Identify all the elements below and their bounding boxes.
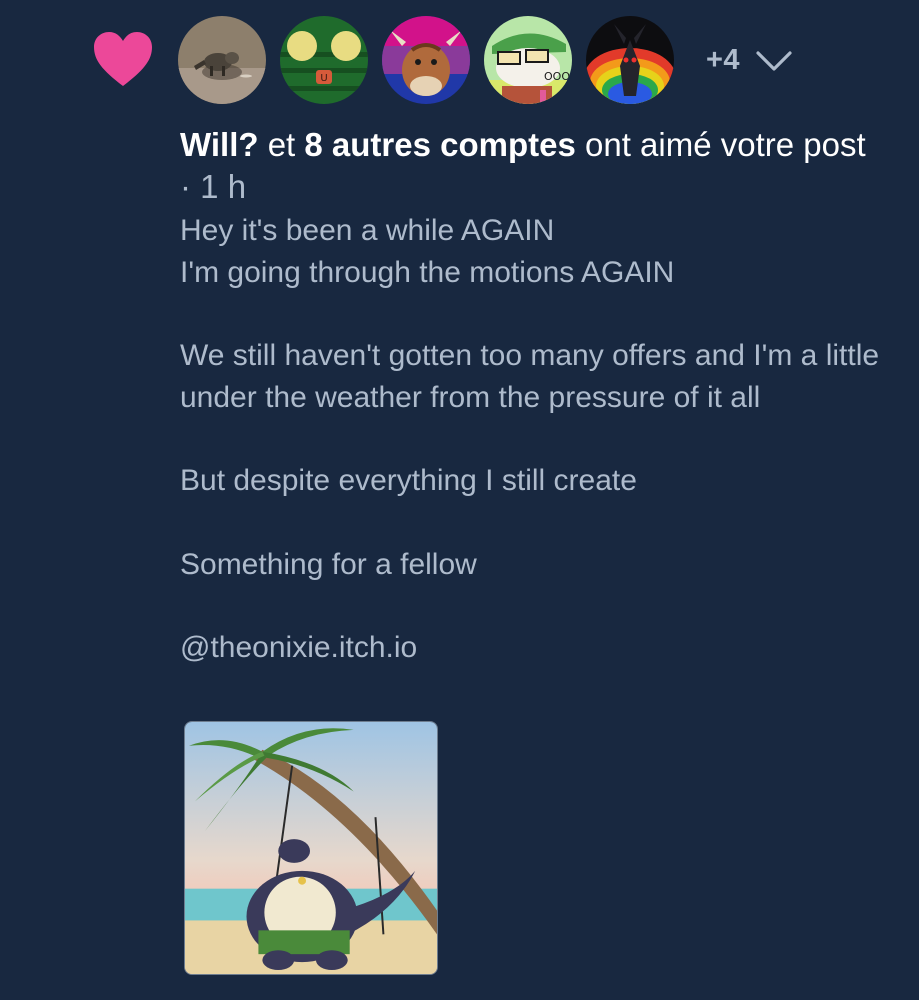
timestamp: 1 h: [200, 168, 247, 205]
avatar-frog[interactable]: U: [280, 16, 368, 104]
headline-action: ont aimé votre post: [575, 126, 866, 163]
post-line: But despite everything I still create: [180, 464, 637, 498]
post-line: Something for a fellow: [180, 547, 477, 581]
post-line: I'm going through the motions AGAIN: [180, 255, 675, 289]
svg-text:OOO: OOO: [544, 70, 570, 83]
headline-separator: ·: [180, 168, 201, 205]
post-line: Hey it's been a while AGAIN: [180, 214, 555, 247]
actor-name[interactable]: Will?: [180, 126, 259, 163]
avatar-dragon[interactable]: [586, 16, 674, 104]
post-preview[interactable]: Hey it's been a while AGAIN I'm going th…: [180, 210, 880, 669]
liker-avatars: U OOO: [178, 16, 688, 104]
avatar-raccoon[interactable]: [178, 16, 266, 104]
avatar-dino[interactable]: OOO: [484, 16, 572, 104]
post-image-thumbnail[interactable]: [184, 721, 438, 975]
headline-connector: et: [258, 126, 305, 163]
others-count[interactable]: 8 autres comptes: [304, 126, 575, 163]
heart-icon: [92, 30, 154, 88]
post-line: @theonixie.itch.io: [180, 630, 418, 664]
post-line: We still haven't gotten too many offers …: [180, 339, 880, 414]
svg-text:U: U: [320, 73, 327, 84]
more-count: +4: [706, 44, 741, 76]
more-likers-toggle[interactable]: +4: [706, 44, 794, 77]
notification-headline: Will? et 8 autres comptes ont aimé votre…: [180, 124, 870, 208]
chevron-down-icon: [756, 50, 792, 71]
avatar-bull[interactable]: [382, 16, 470, 104]
